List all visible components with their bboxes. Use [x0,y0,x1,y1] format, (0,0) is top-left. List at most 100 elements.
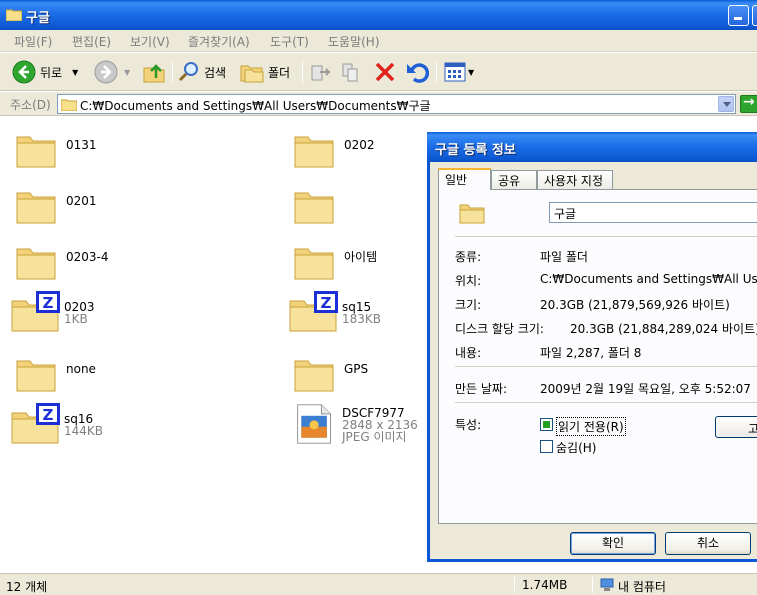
search-button[interactable]: 검색 [178,59,226,85]
attributes-label: 특성: [455,418,482,432]
jpeg-image-icon [297,404,331,444]
svg-text:Z: Z [43,406,54,424]
z-archive-icon: Z [289,291,338,332]
delete-button[interactable] [373,59,397,85]
address-input[interactable]: C:₩Documents and Settings₩All Users₩Docu… [57,94,736,114]
folder-icon [294,192,334,224]
minimize-button[interactable] [728,5,749,26]
location-value: C:₩Documents and Settings₩All Users [540,272,757,286]
folder-icon [294,136,334,168]
file-name: 아이템 [344,250,378,264]
file-item[interactable]: 0202 [292,127,375,173]
folder-icon [294,360,334,392]
folder-icon [61,99,77,111]
dialog-title: 구글 등록 정보 [435,143,516,158]
readonly-checkbox[interactable] [540,418,553,431]
address-path: C:₩Documents and Settings₩All Users₩Docu… [80,99,431,113]
ok-button[interactable]: 확인 [570,532,656,555]
advanced-button[interactable]: 고급 [715,416,757,438]
type-value: 파일 폴더 [540,250,588,264]
views-icon [444,62,466,82]
status-bar: 12 개체 1.74MB 내 컴퓨터 [0,573,757,595]
file-item[interactable]: Z 0203 1KB [10,289,95,335]
address-bar: 주소(D) C:₩Documents and Settings₩All User… [0,92,757,116]
folder-name-input[interactable]: 구글 [549,202,757,223]
tab-customize[interactable]: 사용자 지정 [537,170,613,189]
properties-dialog: 구글 등록 정보 일반 공유 사용자 지정 구글 종류: 파일 폴더 위치: C… [427,132,757,562]
folder-icon [459,204,485,224]
forward-arrow-icon [94,60,118,84]
address-label: 주소(D) [10,98,51,112]
file-item[interactable]: 0131 [14,127,97,173]
forward-dropdown-icon[interactable]: ▼ [124,68,130,77]
file-item[interactable]: 아이템 [292,239,377,285]
file-item[interactable]: DSCF7977 2848 x 2136 JPEG 이미지 [294,401,418,447]
maximize-button[interactable] [752,5,757,26]
file-item[interactable]: Z sq15 183KB [288,289,381,335]
tab-general[interactable]: 일반 [438,168,491,190]
address-dropdown-button[interactable] [718,96,734,112]
file-item[interactable]: Z sq16 144KB [10,401,103,447]
forward-button[interactable]: ▼ [94,59,130,85]
created-value: 2009년 2월 19일 목요일, 오후 5:52:07 [540,382,751,396]
contents-value: 파일 2,287, 폴더 8 [540,346,642,360]
copy-to-icon [342,63,358,82]
readonly-label[interactable]: 읽기 전용(R) [556,417,626,436]
up-folder-button[interactable] [142,59,166,85]
up-folder-icon [143,64,165,83]
z-archive-icon: Z [11,291,60,332]
general-tab-panel: 구글 종류: 파일 폴더 위치: C:₩Documents and Settin… [438,189,757,524]
folder-icon [294,248,334,280]
file-item[interactable]: GPS [292,351,368,397]
folder-icon [16,248,56,280]
views-button[interactable]: ▼ [444,59,474,85]
menu-bar: 파일(F) 편집(E) 보기(V) 즐겨찾기(A) 도구(T) 도움말(H) [0,30,757,52]
dialog-titlebar[interactable]: 구글 등록 정보 [427,132,757,162]
move-to-icon [311,65,331,81]
window-title: 구글 [26,11,50,26]
folder-icon [16,192,56,224]
menu-help[interactable]: 도움말(H) [328,33,380,50]
tab-sharing[interactable]: 공유 [491,170,537,189]
back-dropdown-icon[interactable]: ▼ [72,68,78,77]
type-label: 종류: [455,250,482,264]
menu-tools[interactable]: 도구(T) [270,33,309,50]
menu-favorites[interactable]: 즐겨찾기(A) [188,33,250,50]
contents-label: 내용: [455,346,482,360]
size-label: 크기: [455,298,482,312]
file-name: none [66,362,96,376]
copy-to-button[interactable] [340,59,364,85]
search-icon [178,62,198,82]
status-location: 내 컴퓨터 [618,580,666,594]
menu-file[interactable]: 파일(F) [14,33,52,50]
file-size: 183KB [342,312,382,326]
svg-text:Z: Z [43,294,54,312]
move-to-button[interactable] [308,59,332,85]
back-arrow-icon [12,60,36,84]
delete-x-icon [375,62,395,82]
folders-label: 폴더 [268,65,291,80]
file-item[interactable]: 0203-4 [14,239,109,285]
file-size: 1KB [64,312,88,326]
file-item[interactable]: 0201 [14,183,97,229]
undo-button[interactable] [405,59,429,85]
folders-icon [240,65,264,83]
views-dropdown-icon[interactable]: ▼ [468,68,474,77]
hidden-label[interactable]: 숨김(H) [556,439,596,456]
folders-button[interactable]: 폴더 [240,59,290,85]
back-button[interactable]: 뒤로 ▼ [12,59,78,85]
search-label: 검색 [204,65,227,80]
window-titlebar[interactable]: 구글 [0,0,757,30]
menu-edit[interactable]: 편집(E) [72,33,111,50]
svg-text:Z: Z [321,294,332,312]
go-button[interactable] [740,94,757,113]
file-name: 0203-4 [66,250,109,264]
menu-view[interactable]: 보기(V) [130,33,170,50]
computer-icon [600,578,614,591]
file-item[interactable] [292,183,344,229]
cancel-button[interactable]: 취소 [665,532,751,555]
hidden-checkbox[interactable] [540,440,553,453]
file-item[interactable]: none [14,351,96,397]
file-name: GPS [344,362,369,376]
disk-size-label: 디스크 할당 크기: [455,322,544,336]
